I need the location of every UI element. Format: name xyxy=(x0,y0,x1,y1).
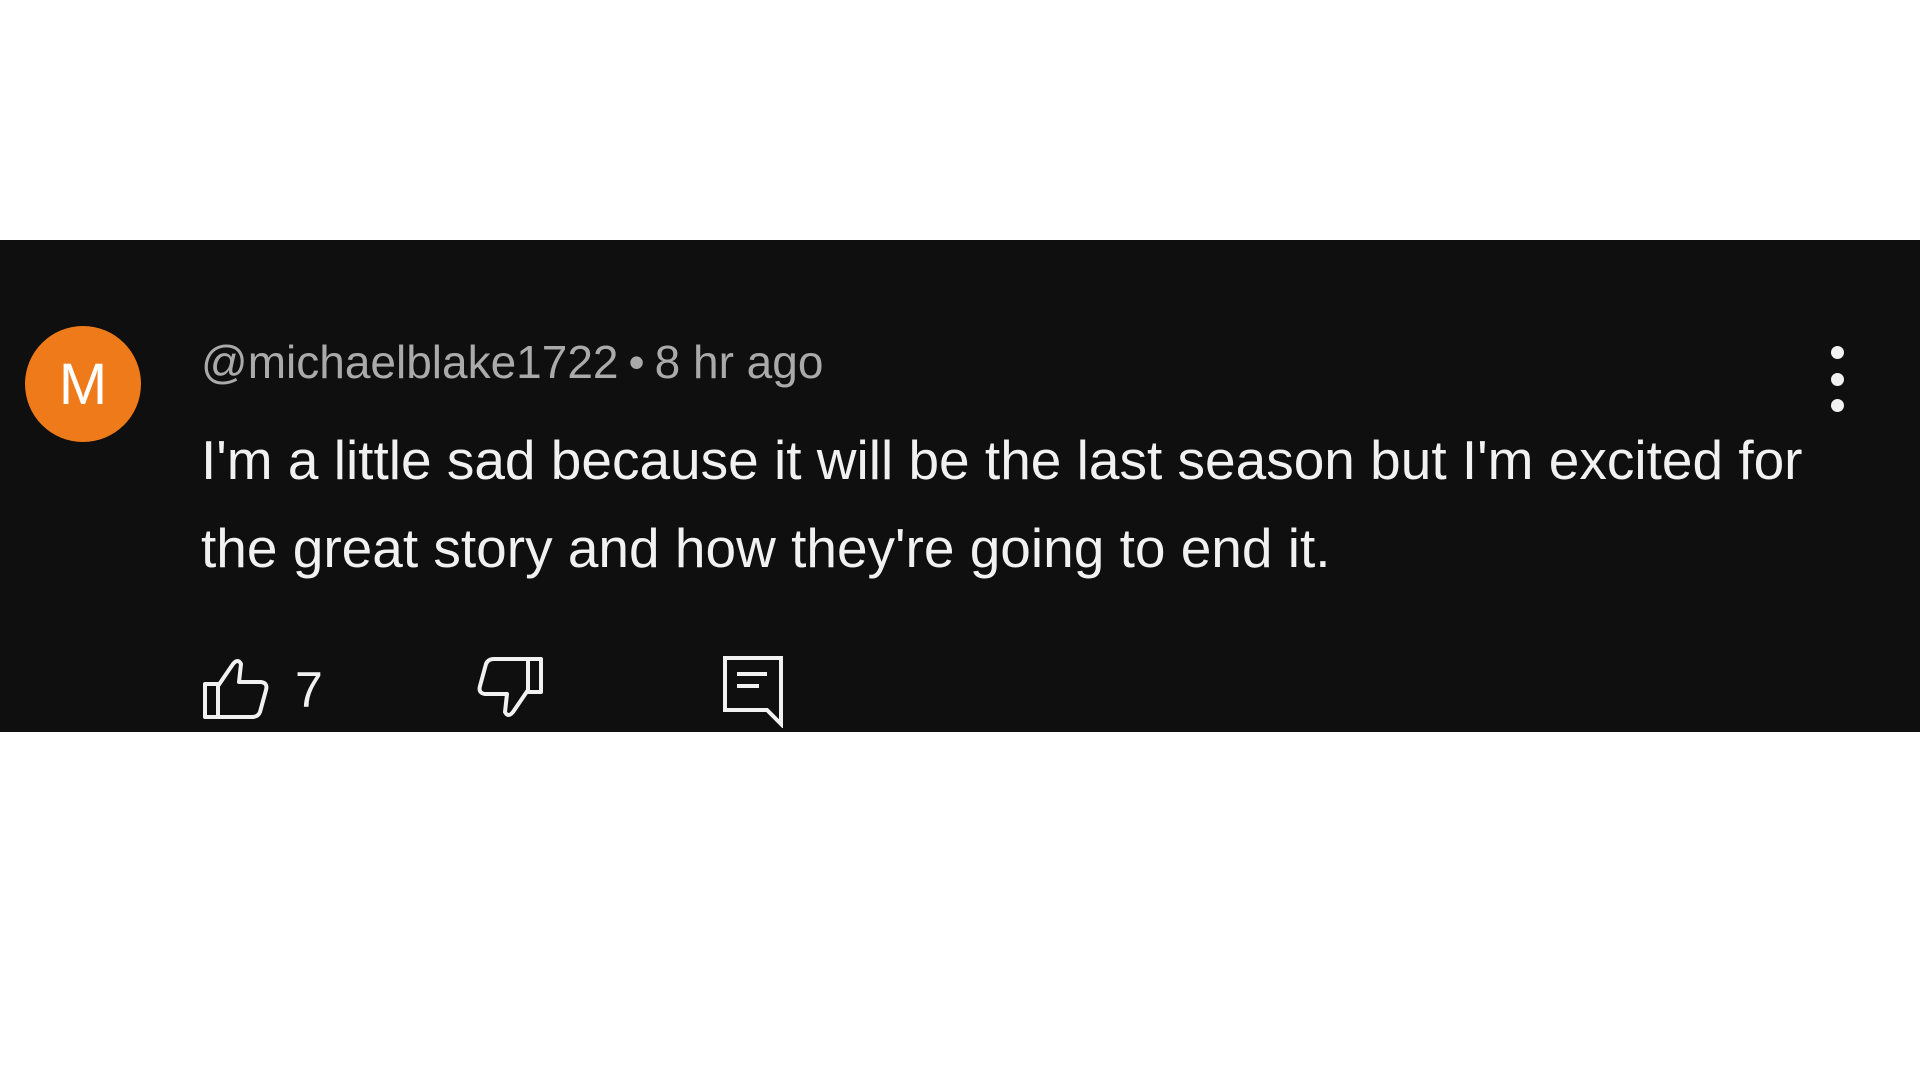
thumbs-down-icon xyxy=(477,657,543,717)
more-vertical-icon-dot xyxy=(1830,372,1844,386)
more-vertical-icon-dot xyxy=(1830,346,1844,359)
header-separator: • xyxy=(628,336,645,388)
avatar-letter: M xyxy=(58,351,108,417)
comment-reply-icon xyxy=(723,656,783,728)
more-options-button[interactable] xyxy=(1812,346,1862,412)
avatar[interactable]: M xyxy=(25,326,141,442)
author-handle[interactable]: @michaelblake1722 xyxy=(201,336,619,388)
comment-text: I'm a little sad because it will be the … xyxy=(201,429,1803,579)
comment-timestamp: 8 hr ago xyxy=(654,336,824,388)
reply-button[interactable] xyxy=(717,652,789,728)
comment-card: M @michaelblake1722 • 8 hr ago I'm a littl… xyxy=(0,240,1920,732)
comment-header: @michaelblake1722 • 8 hr ago xyxy=(201,334,823,390)
like-button[interactable] xyxy=(201,652,273,724)
thumbs-up-icon xyxy=(203,659,269,719)
dislike-button[interactable] xyxy=(473,652,545,724)
more-vertical-icon-dot xyxy=(1830,399,1844,412)
like-count: 7 xyxy=(295,662,323,718)
